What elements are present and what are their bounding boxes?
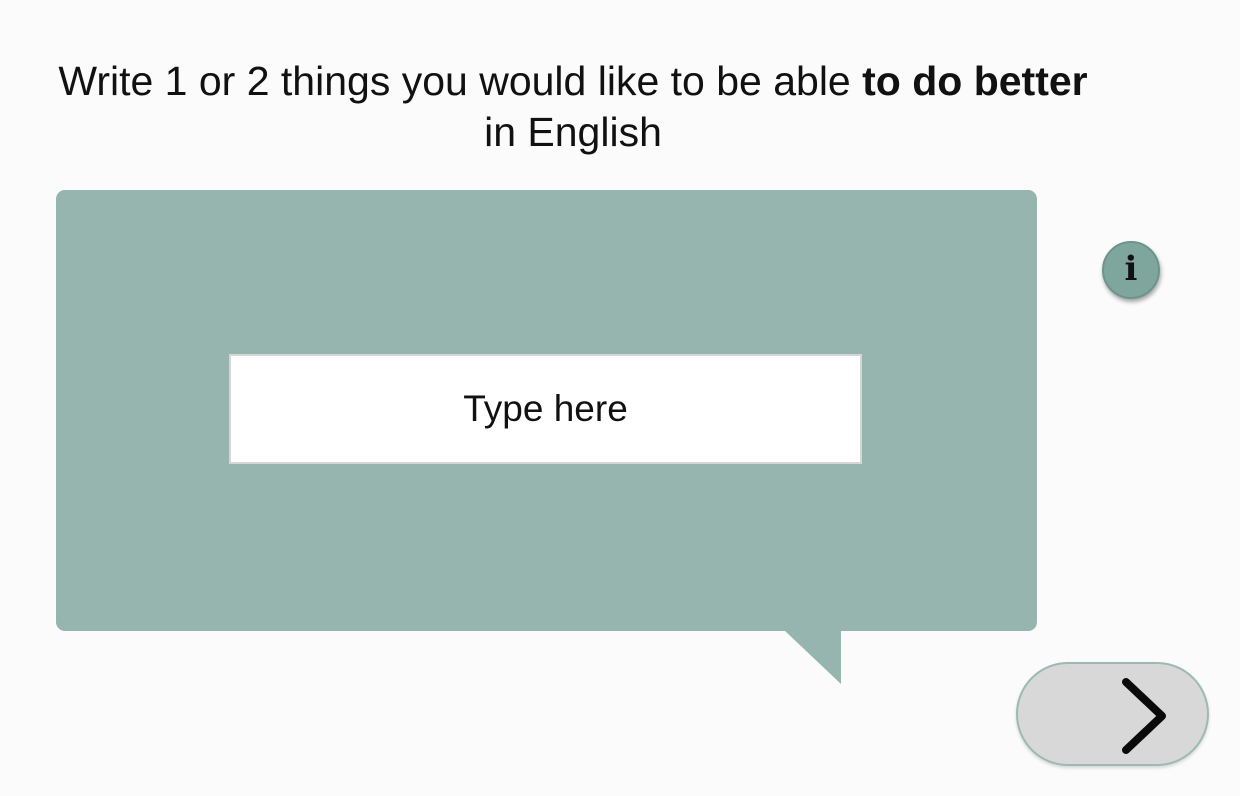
prompt-text: Write 1 or 2 things you would like to be… [58, 58, 863, 104]
next-button[interactable] [1016, 662, 1209, 766]
prompt-text-line2: in English [484, 109, 662, 155]
info-icon: i [1124, 249, 1138, 289]
question-prompt: Write 1 or 2 things you would like to be… [0, 56, 1146, 158]
chevron-right-icon [1122, 678, 1166, 754]
prompt-emphasis: to do better [862, 58, 1088, 104]
answer-input[interactable] [229, 354, 862, 464]
speech-bubble-tail [784, 630, 841, 684]
info-button[interactable]: i [1102, 241, 1160, 299]
